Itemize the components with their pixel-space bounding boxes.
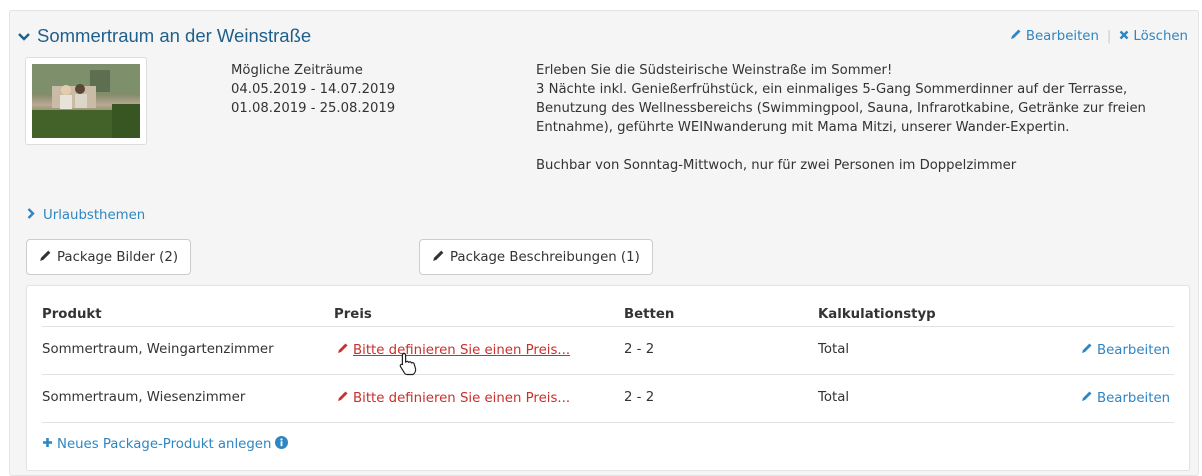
column-header-betten: Betten bbox=[624, 307, 675, 322]
table-cell-kalkulation: Total bbox=[818, 390, 850, 405]
description-footer: Buchbar von Sonntag-Mittwoch, nur für zw… bbox=[536, 158, 1017, 173]
pencil-icon bbox=[337, 390, 349, 406]
row-divider bbox=[42, 374, 1174, 375]
pencil-icon bbox=[337, 342, 349, 358]
info-icon[interactable] bbox=[275, 436, 289, 453]
description-line: Entnahme), geführte WEINwanderung mit Ma… bbox=[536, 120, 1070, 135]
new-package-product-label: Neues Package-Produkt anlegen bbox=[57, 437, 272, 452]
delete-package-label: Löschen bbox=[1133, 28, 1188, 44]
row-divider bbox=[42, 326, 1174, 327]
define-price-label: Bitte definieren Sie einen Preis... bbox=[353, 342, 571, 358]
package-actions: Bearbeiten | Löschen bbox=[1010, 28, 1188, 44]
column-header-kalkulationstyp: Kalkulationstyp bbox=[818, 307, 936, 322]
chevron-down-icon bbox=[18, 25, 30, 47]
define-price-link[interactable]: Bitte definieren Sie einen Preis... bbox=[337, 342, 570, 358]
package-thumbnail[interactable] bbox=[25, 57, 147, 145]
edit-package-button[interactable]: Bearbeiten bbox=[1010, 28, 1099, 44]
zeitraeume-label: Mögliche Zeiträume bbox=[231, 63, 363, 78]
delete-package-button[interactable]: Löschen bbox=[1119, 29, 1188, 44]
table-cell-betten: 2 - 2 bbox=[624, 342, 655, 357]
divider: | bbox=[1106, 28, 1112, 44]
edit-row-button[interactable]: Bearbeiten bbox=[1081, 390, 1170, 406]
package-title-toggle[interactable]: Sommertraum an der Weinstraße bbox=[18, 25, 311, 47]
package-beschreibungen-button[interactable]: Package Beschreibungen (1) bbox=[419, 239, 653, 275]
description-line: Benutzung des Wellnessbereichs (Swimming… bbox=[536, 101, 1146, 116]
row-divider bbox=[42, 422, 1174, 423]
package-beschreibungen-label: Package Beschreibungen (1) bbox=[450, 249, 640, 265]
urlaubsthemen-label: Urlaubsthemen bbox=[43, 208, 146, 223]
urlaubsthemen-toggle[interactable]: Urlaubsthemen bbox=[27, 208, 145, 223]
hand-cursor-icon bbox=[398, 352, 418, 380]
package-description: Erleben Sie die Südsteirische Weinstraße… bbox=[536, 61, 1176, 175]
pencil-icon bbox=[1081, 342, 1093, 358]
table-cell-produkt: Sommertraum, Weingartenzimmer bbox=[42, 342, 274, 357]
table-cell-betten: 2 - 2 bbox=[624, 390, 655, 405]
pencil-icon bbox=[432, 249, 445, 266]
edit-package-label: Bearbeiten bbox=[1025, 28, 1099, 44]
zeitraum-item: 04.05.2019 - 14.07.2019 bbox=[231, 82, 396, 97]
column-header-preis: Preis bbox=[334, 307, 372, 322]
package-bilder-button[interactable]: Package Bilder (2) bbox=[26, 239, 192, 275]
package-title: Sommertraum an der Weinstraße bbox=[37, 25, 312, 46]
close-icon bbox=[1119, 29, 1129, 44]
zeitraeume-block: Mögliche Zeiträume 04.05.2019 - 14.07.20… bbox=[231, 61, 395, 118]
pencil-icon bbox=[39, 249, 52, 266]
zeitraum-item: 01.08.2019 - 25.08.2019 bbox=[231, 101, 396, 116]
new-package-product-link[interactable]: Neues Package-Produkt anlegen bbox=[42, 436, 289, 453]
package-bilder-label: Package Bilder (2) bbox=[57, 249, 179, 265]
chevron-right-icon bbox=[27, 208, 35, 223]
table-cell-kalkulation: Total bbox=[818, 342, 850, 357]
description-line: Erleben Sie die Südsteirische Weinstraße… bbox=[536, 63, 893, 78]
edit-row-label: Bearbeiten bbox=[1097, 390, 1171, 406]
package-photo bbox=[32, 64, 140, 138]
plus-icon bbox=[42, 437, 53, 452]
edit-row-button[interactable]: Bearbeiten bbox=[1081, 342, 1170, 358]
edit-row-label: Bearbeiten bbox=[1097, 342, 1171, 358]
define-price-link[interactable]: Bitte definieren Sie einen Preis... bbox=[337, 390, 570, 406]
pencil-icon bbox=[1081, 390, 1093, 406]
column-header-produkt: Produkt bbox=[42, 307, 102, 322]
pencil-icon bbox=[1010, 28, 1022, 44]
table-cell-produkt: Sommertraum, Wiesenzimmer bbox=[42, 390, 246, 405]
description-line: 3 Nächte inkl. Genießerfrühstück, ein ei… bbox=[536, 82, 1128, 97]
define-price-label: Bitte definieren Sie einen Preis... bbox=[353, 390, 571, 406]
